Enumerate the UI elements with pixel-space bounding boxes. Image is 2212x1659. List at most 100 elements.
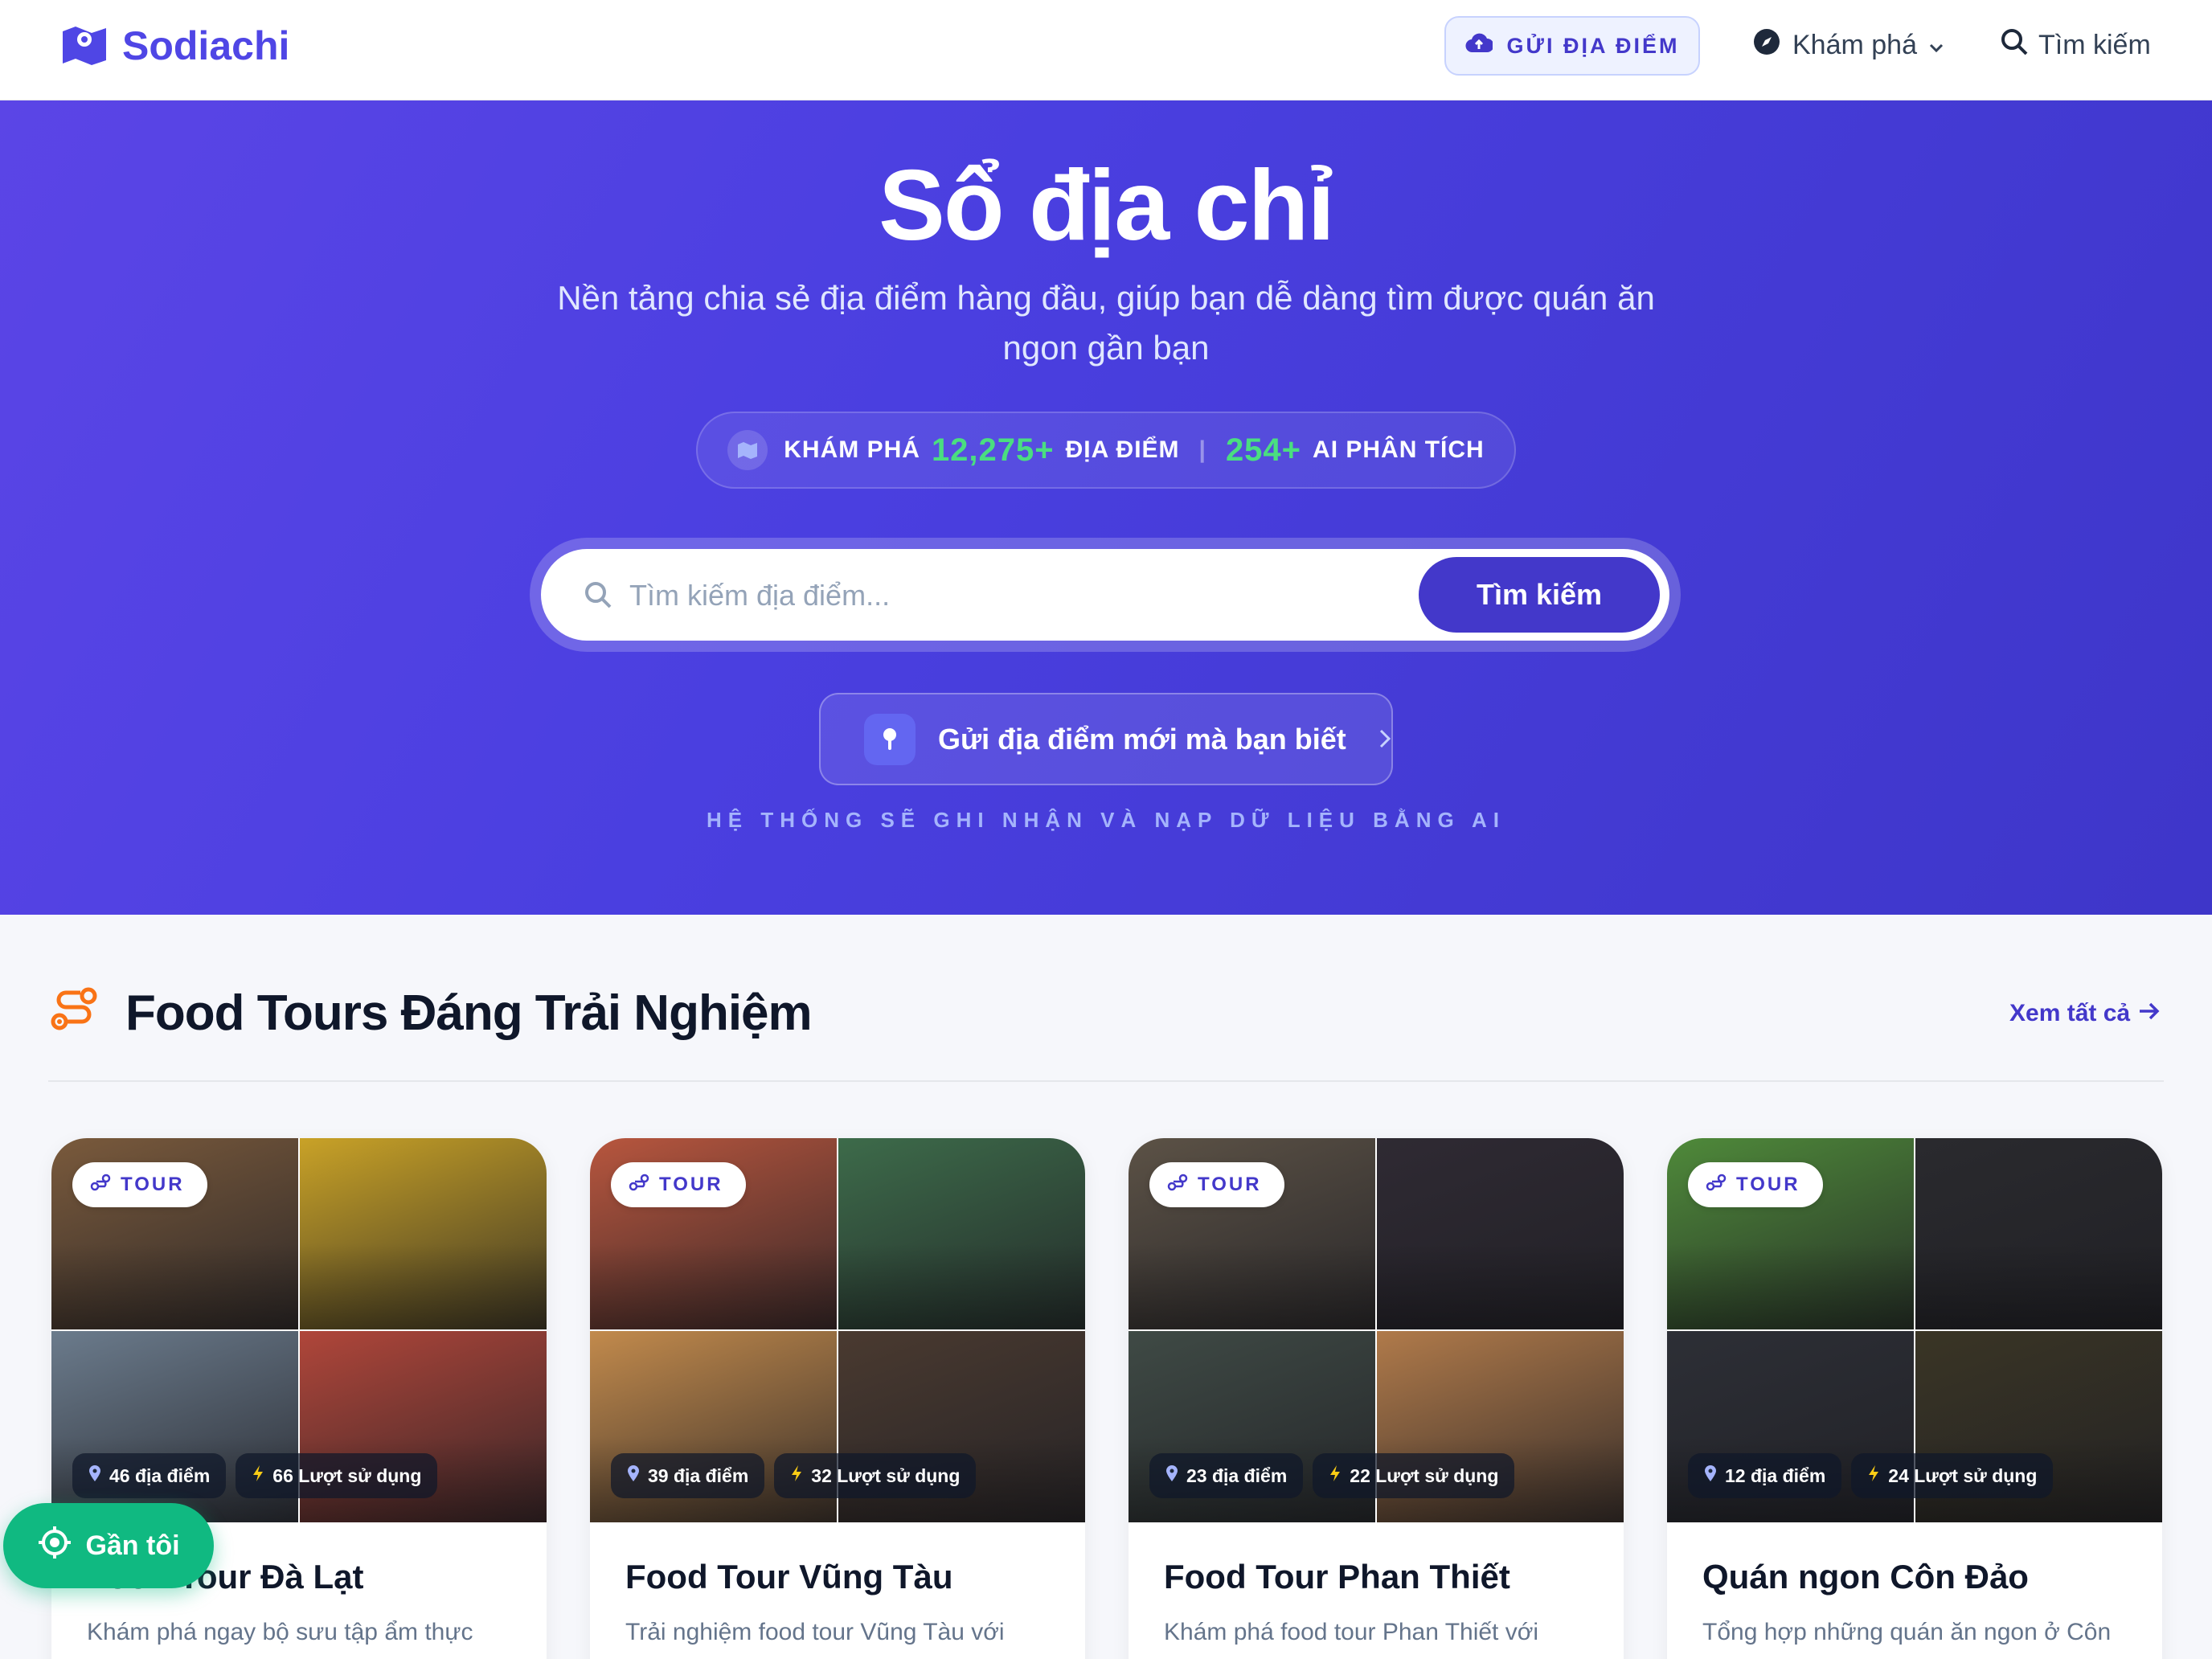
see-all-label: Xem tất cả [2009,1000,2131,1026]
photo-tile [300,1138,547,1329]
uses-badge: 22 Lượt sử dụng [1313,1453,1515,1498]
ai-label: AI PHÂN TÍCH [1313,436,1485,463]
route-small-icon [629,1174,649,1197]
search-box: Tìm kiếm [541,549,1669,641]
lightning-icon [790,1464,803,1487]
card-title[interactable]: Food Tour Vũng Tàu [625,1558,952,1596]
places-badge: 46 địa điểm [72,1453,227,1498]
compass-icon [1752,27,1781,63]
search-button[interactable]: Tìm kiếm [1419,557,1660,633]
tour-tag: TOUR [611,1162,746,1207]
map-small-icon [727,430,768,470]
search-icon [583,580,613,614]
hero-search-bar: Tìm kiếm [530,538,1681,652]
location-pin-icon [1704,1464,1717,1487]
tour-tag-label: TOUR [659,1174,723,1195]
photo-tile [1377,1138,1624,1329]
near-me-button[interactable]: Gần tôi [3,1503,214,1588]
chevron-right-icon [1378,723,1391,756]
card-title[interactable]: Food Tour Phan Thiết [1164,1558,1510,1596]
uses-badge: 24 Lượt sử dụng [1851,1453,2054,1498]
card-description: Khám phá ngay bộ sưu tập ẩm thực [87,1619,473,1645]
uses-badge-label: 32 Lượt sử dụng [811,1464,961,1486]
submit-place-label: GỬI ĐỊA ĐIỂM [1506,33,1680,58]
uses-badge-label: 66 Lượt sử dụng [272,1464,422,1486]
hero-title: Sổ địa chỉ [879,150,1335,261]
explore-menu[interactable]: Khám phá [1752,27,1944,63]
hero-subtitle: Nền tảng chia sẻ địa điểm hàng đầu, giúp… [557,279,1655,367]
uses-badge-label: 22 Lượt sử dụng [1350,1464,1499,1486]
search-input[interactable] [629,573,1353,618]
tour-tag-label: TOUR [1736,1174,1800,1195]
places-badge: 12 địa điểm [1688,1453,1842,1498]
tour-tag: TOUR [72,1162,207,1207]
uses-badge: 66 Lượt sử dụng [236,1453,438,1498]
near-me-label: Gần tôi [85,1530,180,1561]
card-description: Trải nghiệm food tour Vũng Tàu với [625,1619,1005,1645]
hero-note: HỆ THỐNG SẼ GHI NHẬN VÀ NẠP DỮ LIỆU BẰNG… [707,808,1505,832]
nav-search-link[interactable]: Tìm kiếm [2000,27,2151,63]
photo-tile [1915,1138,2162,1329]
top-navbar: Sodiachi GỬI ĐỊA ĐIỂM Khám phá Tìm kiếm [0,0,2212,100]
tour-tag-label: TOUR [121,1174,185,1195]
uses-badge-label: 24 Lượt sử dụng [1888,1464,2038,1486]
tour-tag: TOUR [1688,1162,1823,1207]
lightning-icon [252,1464,264,1487]
section-title: Food Tours Đáng Trải Nghiệm [125,985,813,1041]
see-all-link[interactable]: Xem tất cả [2009,1000,2161,1027]
tour-card[interactable]: TOUR 39 địa điểm 32 Lượt sử dụng Food Tour … [590,1138,1085,1659]
route-icon [48,985,101,1042]
places-badge-label: 12 địa điểm [1725,1464,1826,1486]
card-badges: 46 địa điểm 66 Lượt sử dụng [72,1453,438,1498]
route-small-icon [1706,1174,1727,1197]
submit-new-label: Gửi địa điểm mới mà bạn biết [938,722,1346,756]
arrow-right-icon [2138,1000,2161,1027]
places-count: 12,275+ [931,432,1055,468]
lightning-icon [1867,1464,1880,1487]
places-badge: 39 địa điểm [611,1453,765,1498]
submit-new-place-button[interactable]: Gửi địa điểm mới mà bạn biết [819,693,1393,785]
hero-section: Sổ địa chỉ Nền tảng chia sẻ địa điểm hàn… [0,100,2212,915]
section-divider [48,1080,2164,1082]
crosshair-icon [37,1525,72,1567]
section-header: Food Tours Đáng Trải Nghiệm [48,985,813,1042]
route-small-icon [90,1174,111,1197]
photo-shade [300,1138,547,1329]
lightning-icon [1329,1464,1342,1487]
photo-shade [1915,1138,2162,1329]
card-badges: 12 địa điểm 24 Lượt sử dụng [1688,1453,2054,1498]
uses-badge: 32 Lượt sử dụng [774,1453,977,1498]
location-pin-icon [627,1464,640,1487]
places-badge-label: 46 địa điểm [109,1464,211,1486]
photo-tile [838,1138,1085,1329]
tour-tag: TOUR [1149,1162,1284,1207]
card-description: Tổng hợp những quán ăn ngon ở Côn [1702,1619,2112,1645]
places-badge-label: 23 địa điểm [1186,1464,1288,1486]
search-icon [2000,27,2029,63]
location-pin-icon [1165,1464,1178,1487]
logo[interactable]: Sodiachi [61,23,289,69]
tour-card[interactable]: TOUR 23 địa điểm 22 Lượt sử dụng Food Tour … [1129,1138,1624,1659]
route-small-icon [1167,1174,1188,1197]
card-title[interactable]: Quán ngon Côn Đảo [1702,1558,2029,1596]
cloud-upload-icon [1465,33,1494,59]
chevron-down-icon [1928,30,1944,61]
stats-separator: | [1198,436,1206,463]
card-badges: 23 địa điểm 22 Lượt sử dụng [1149,1453,1515,1498]
photo-shade [838,1138,1085,1329]
places-badge: 23 địa điểm [1149,1453,1304,1498]
stats-pill: KHÁM PHÁ 12,275+ ĐỊA ĐIỂM | 254+ AI PHÂN… [696,412,1516,489]
card-badges: 39 địa điểm 32 Lượt sử dụng [611,1453,977,1498]
photo-shade [1377,1138,1624,1329]
tour-card[interactable]: TOUR 12 địa điểm 24 Lượt sử dụng Quán ngon … [1667,1138,2162,1659]
stats-explore-label: KHÁM PHÁ [784,436,920,463]
logo-text: Sodiachi [122,23,290,68]
submit-place-button[interactable]: GỬI ĐỊA ĐIỂM [1444,16,1700,76]
location-pin-icon [88,1464,101,1487]
tour-tag-label: TOUR [1198,1174,1262,1195]
places-label: ĐỊA ĐIỂM [1065,436,1180,463]
map-icon [61,23,108,69]
explore-label: Khám phá [1792,30,1917,60]
card-description: Khám phá food tour Phan Thiết với [1164,1619,1539,1645]
nav-search-label: Tìm kiếm [2038,30,2151,60]
